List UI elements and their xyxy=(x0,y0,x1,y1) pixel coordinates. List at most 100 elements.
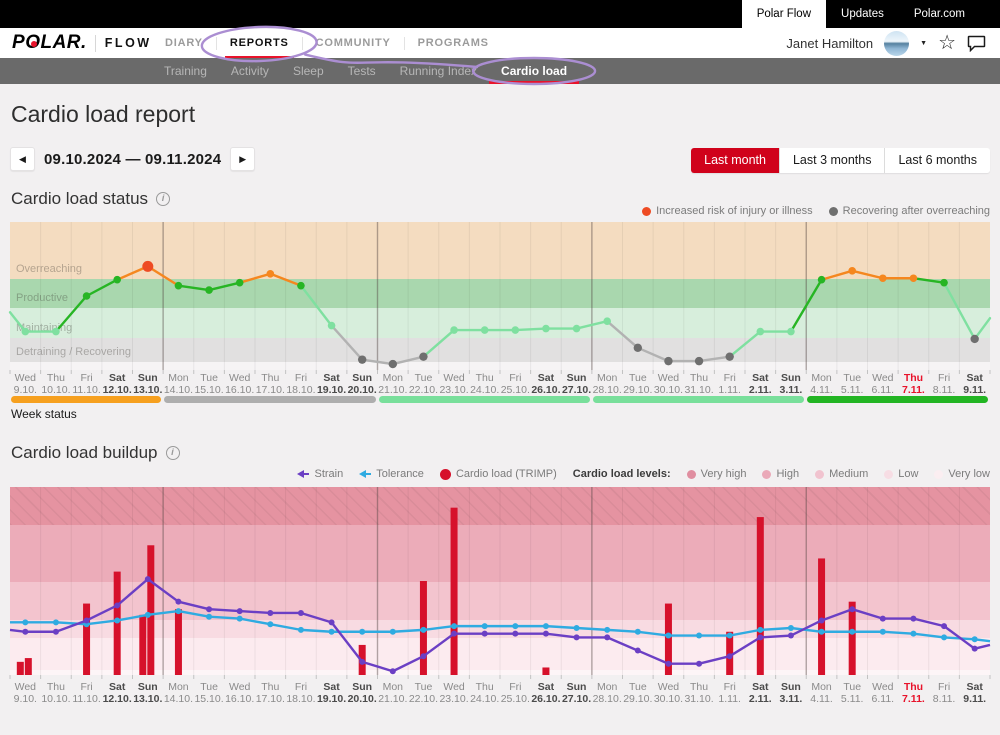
axis-day-label: Sat26.10. xyxy=(531,681,562,705)
day-name: Tue xyxy=(194,681,225,693)
day-name: Fri xyxy=(286,681,317,693)
tolerance-point xyxy=(175,608,181,614)
nav-item-community[interactable]: COMMUNITY xyxy=(303,28,404,58)
polar-logo[interactable]: POLAR. FLOW xyxy=(12,28,152,58)
axis-day-label: Fri8.11. xyxy=(929,372,960,396)
axis-day-label: Wed6.11. xyxy=(868,372,899,396)
range-button-last-6-months[interactable]: Last 6 months xyxy=(884,148,990,173)
top-tab-polar-com[interactable]: Polar.com xyxy=(899,0,980,28)
day-name: Sun xyxy=(776,372,807,384)
status-chart-x-axis: Wed9.10.Thu10.10.Fri11.10.Sat12.10.Sun13… xyxy=(10,372,990,396)
day-date: 9.10. xyxy=(10,384,41,396)
tolerance-point xyxy=(298,627,304,633)
axis-day-label: Mon21.10. xyxy=(378,372,409,396)
axis-day-label: Thu31.10. xyxy=(684,681,715,705)
level-dot-icon xyxy=(934,470,943,479)
day-name: Thu xyxy=(255,681,286,693)
user-name[interactable]: Janet Hamilton xyxy=(786,36,873,51)
tolerance-point xyxy=(727,633,733,639)
axis-day-label: Thu24.10. xyxy=(469,372,500,396)
subnav-item-cardio-load[interactable]: Cardio load xyxy=(489,58,579,84)
day-name: Mon xyxy=(378,681,409,693)
user-menu-caret-icon[interactable]: ▼ xyxy=(920,40,927,47)
legend-label: Very low xyxy=(948,468,990,480)
cardio-load-status-heading: Cardio load status i xyxy=(11,189,170,209)
buildup-chart-plot xyxy=(10,487,990,680)
main-menu: DIARYREPORTSCOMMUNITYPROGRAMS xyxy=(152,28,502,58)
day-date: 11.10. xyxy=(71,384,102,396)
nav-item-diary[interactable]: DIARY xyxy=(152,28,216,58)
cardio-load-buildup-heading: Cardio load buildup i xyxy=(11,443,180,463)
strain-point xyxy=(329,619,335,625)
axis-day-label: Wed9.10. xyxy=(10,681,41,705)
status-point xyxy=(328,322,336,330)
day-date: 1.11. xyxy=(714,384,745,396)
user-avatar[interactable] xyxy=(884,31,909,56)
day-name: Thu xyxy=(898,681,929,693)
strain-point xyxy=(941,623,947,629)
axis-day-label: Sat19.10. xyxy=(316,372,347,396)
nav-item-reports[interactable]: REPORTS xyxy=(217,28,302,58)
cardio-load-status-chart[interactable]: OverreachingProductiveMaintainingDetrain… xyxy=(10,222,990,370)
tolerance-point xyxy=(145,612,151,618)
subnav-item-training[interactable]: Training xyxy=(152,58,219,84)
cardio-load-levels-label: Cardio load levels: xyxy=(573,468,671,480)
axis-day-label: Wed30.10. xyxy=(653,681,684,705)
day-date: 18.10. xyxy=(286,384,317,396)
subnav-item-sleep[interactable]: Sleep xyxy=(281,58,336,84)
tolerance-point xyxy=(880,629,886,635)
day-date: 11.10. xyxy=(71,693,102,705)
axis-day-label: Thu10.10. xyxy=(41,681,72,705)
cardio-load-buildup-chart[interactable] xyxy=(10,487,990,675)
range-button-last-3-months[interactable]: Last 3 months xyxy=(779,148,885,173)
day-date: 24.10. xyxy=(469,693,500,705)
day-name: Sat xyxy=(531,681,562,693)
tolerance-point xyxy=(849,629,855,635)
day-name: Mon xyxy=(592,372,623,384)
axis-day-label: Tue15.10. xyxy=(194,372,225,396)
day-date: 10.10. xyxy=(41,693,72,705)
day-name: Sat xyxy=(959,372,990,384)
day-name: Mon xyxy=(806,372,837,384)
trimp-bar xyxy=(17,662,24,675)
day-date: 27.10. xyxy=(561,384,592,396)
day-date: 24.10. xyxy=(469,384,500,396)
day-name: Wed xyxy=(439,681,470,693)
logo-o-red-dot: O xyxy=(25,32,40,54)
day-name: Wed xyxy=(439,372,470,384)
week-status-segment xyxy=(11,396,161,403)
nav-item-programs[interactable]: PROGRAMS xyxy=(405,28,502,58)
trimp-bar xyxy=(175,609,182,675)
day-name: Wed xyxy=(10,681,41,693)
buildup-info-icon[interactable]: i xyxy=(166,446,180,460)
subnav-item-activity[interactable]: Activity xyxy=(219,58,281,84)
main-navbar: POLAR. FLOW DIARYREPORTSCOMMUNITYPROGRAM… xyxy=(0,28,1000,58)
top-tab-updates[interactable]: Updates xyxy=(826,0,899,28)
day-date: 13.10. xyxy=(133,384,164,396)
top-tab-polar-flow[interactable]: Polar Flow xyxy=(742,0,826,28)
strain-point xyxy=(84,617,90,623)
day-date: 21.10. xyxy=(378,693,409,705)
tolerance-point xyxy=(114,617,120,623)
previous-period-button[interactable]: ◀ xyxy=(10,147,35,171)
strain-point xyxy=(910,616,916,622)
subnav-item-tests[interactable]: Tests xyxy=(336,58,388,84)
day-date: 30.10. xyxy=(653,384,684,396)
day-name: Sat xyxy=(745,372,776,384)
subnav-item-running-index[interactable]: Running Index xyxy=(388,58,489,84)
status-info-icon[interactable]: i xyxy=(156,192,170,206)
favorites-star-icon[interactable]: ☆ xyxy=(938,33,956,53)
feedback-chat-icon[interactable] xyxy=(967,35,986,52)
day-name: Fri xyxy=(500,681,531,693)
next-period-button[interactable]: ▶ xyxy=(230,147,255,171)
tolerance-point xyxy=(206,614,212,620)
range-button-last-month[interactable]: Last month xyxy=(691,148,779,173)
day-name: Thu xyxy=(898,372,929,384)
legend-label: Cardio load (TRIMP) xyxy=(456,468,557,480)
day-name: Sun xyxy=(561,372,592,384)
date-range-navigator: ◀ 09.10.2024 — 09.11.2024 ▶ xyxy=(10,147,255,171)
strain-point xyxy=(267,610,273,616)
status-point xyxy=(757,328,765,336)
status-point xyxy=(22,328,30,336)
strain-point xyxy=(359,659,365,665)
